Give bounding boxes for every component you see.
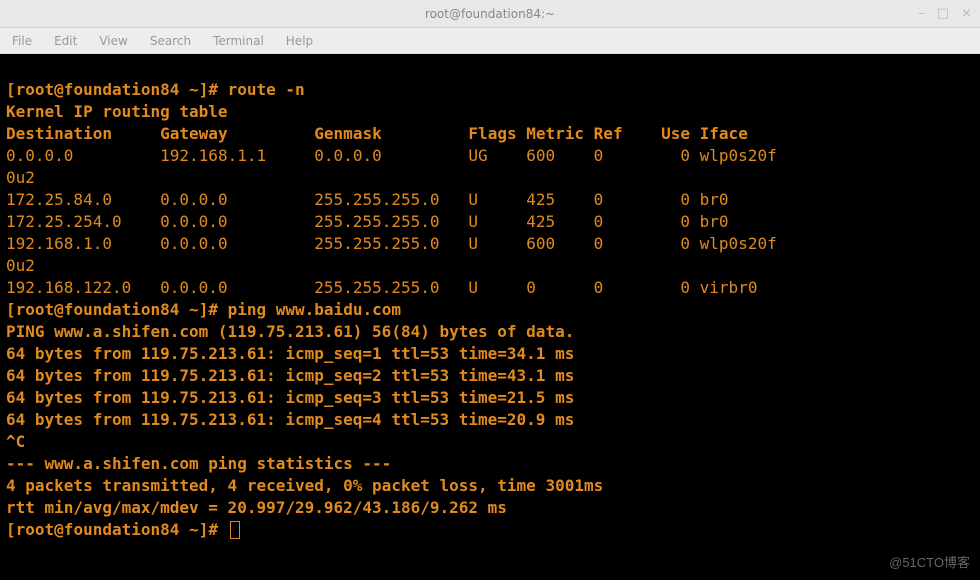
route-row-2-iface: br0 [700,212,729,231]
col-flags: Flags [468,124,516,143]
route-row-3-flags: U [468,234,478,253]
route-row-2-use: 0 [680,212,690,231]
route-row-4-use: 0 [680,278,690,297]
prompt-userhost: root@foundation84 [16,80,180,99]
route-row-0-metric: 600 [526,146,555,165]
ping-reply-3: 64 bytes from 119.75.213.61: icmp_seq=4 … [6,410,574,429]
menu-search[interactable]: Search [150,34,191,48]
route-row-3-gw: 0.0.0.0 [160,234,227,253]
route-row-3-ref: 0 [594,234,604,253]
route-row-1-mask: 255.255.255.0 [314,190,439,209]
col-metric: Metric [526,124,584,143]
terminal-window: root@foundation84:~ – □ × File Edit View… [0,0,980,580]
route-row-0-use: 0 [680,146,690,165]
route-header: Kernel IP routing table [6,102,228,121]
route-row-0-gw: 192.168.1.1 [160,146,266,165]
prompt-close-3: ]# [199,520,218,539]
prompt-cwd: ~ [189,80,199,99]
route-row-0-flags: UG [468,146,487,165]
prompt-close-2: ]# [199,300,218,319]
prompt-cwd-2: ~ [189,300,199,319]
menu-view[interactable]: View [99,34,127,48]
titlebar: root@foundation84:~ – □ × [0,0,980,28]
route-row-0-wrap: 0u2 [6,168,35,187]
prompt-cwd-3: ~ [189,520,199,539]
col-genmask: Genmask [314,124,381,143]
route-row-4-flags: U [468,278,478,297]
col-use: Use [661,124,690,143]
route-row-1-ref: 0 [594,190,604,209]
route-row-0-mask: 0.0.0.0 [314,146,381,165]
route-row-4-gw: 0.0.0.0 [160,278,227,297]
col-iface: Iface [700,124,748,143]
route-row-2-gw: 0.0.0.0 [160,212,227,231]
route-row-3-use: 0 [680,234,690,253]
prompt-userhost-2: root@foundation84 [16,300,180,319]
route-row-4-mask: 255.255.255.0 [314,278,439,297]
command-ping: ping www.baidu.com [228,300,401,319]
route-row-2-flags: U [468,212,478,231]
col-destination: Destination [6,124,112,143]
prompt-open-3: [ [6,520,16,539]
ping-reply-2: 64 bytes from 119.75.213.61: icmp_seq=3 … [6,388,574,407]
menu-terminal[interactable]: Terminal [213,34,264,48]
route-row-4-iface: virbr0 [700,278,758,297]
ping-first-line: PING www.a.shifen.com (119.75.213.61) 56… [6,322,574,341]
menubar: File Edit View Search Terminal Help [0,28,980,54]
route-row-0-dest: 0.0.0.0 [6,146,73,165]
route-row-2-ref: 0 [594,212,604,231]
route-row-4-metric: 0 [526,278,536,297]
maximize-icon[interactable]: □ [937,6,949,21]
route-row-1-iface: br0 [700,190,729,209]
close-icon[interactable]: × [961,6,972,21]
prompt-open: [ [6,80,16,99]
ping-stats-2: rtt min/avg/max/mdev = 20.997/29.962/43.… [6,498,507,517]
window-title: root@foundation84:~ [425,7,555,21]
route-row-3-iface: wlp0s20f [700,234,777,253]
prompt-close: ]# [199,80,218,99]
menu-help[interactable]: Help [286,34,313,48]
minimize-icon[interactable]: – [918,6,925,21]
route-row-2-metric: 425 [526,212,555,231]
prompt-userhost-3: root@foundation84 [16,520,180,539]
menu-edit[interactable]: Edit [54,34,77,48]
route-row-2-mask: 255.255.255.0 [314,212,439,231]
terminal-content[interactable]: [root@foundation84 ~]# route -n Kernel I… [0,54,980,580]
col-gateway: Gateway [160,124,227,143]
command-route: route -n [228,80,305,99]
route-row-1-dest: 172.25.84.0 [6,190,112,209]
prompt-open-2: [ [6,300,16,319]
route-row-3-metric: 600 [526,234,555,253]
route-row-0-ref: 0 [594,146,604,165]
ping-stats-header: --- www.a.shifen.com ping statistics --- [6,454,391,473]
window-controls: – □ × [918,6,972,21]
watermark: @51CTO博客 [889,552,970,574]
ping-stats-1: 4 packets transmitted, 4 received, 0% pa… [6,476,603,495]
route-row-4-dest: 192.168.122.0 [6,278,131,297]
route-row-1-metric: 425 [526,190,555,209]
ping-reply-0: 64 bytes from 119.75.213.61: icmp_seq=1 … [6,344,574,363]
route-row-3-dest: 192.168.1.0 [6,234,112,253]
menu-file[interactable]: File [12,34,32,48]
route-row-3-wrap: 0u2 [6,256,35,275]
route-row-1-gw: 0.0.0.0 [160,190,227,209]
route-row-1-flags: U [468,190,478,209]
route-row-1-use: 0 [680,190,690,209]
route-row-2-dest: 172.25.254.0 [6,212,122,231]
col-ref: Ref [594,124,623,143]
terminal-cursor [230,521,240,539]
ping-reply-1: 64 bytes from 119.75.213.61: icmp_seq=2 … [6,366,574,385]
route-row-0-iface: wlp0s20f [700,146,777,165]
route-row-4-ref: 0 [594,278,604,297]
ping-interrupt: ^C [6,432,25,451]
route-row-3-mask: 255.255.255.0 [314,234,439,253]
